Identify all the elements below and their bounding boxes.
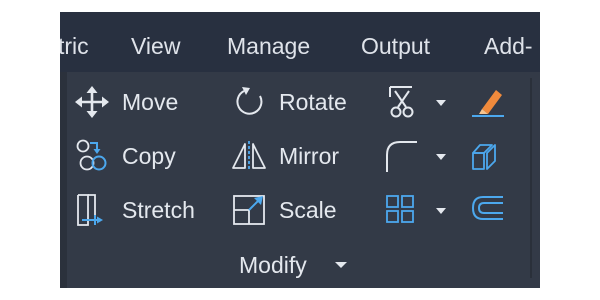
fillet-button[interactable]	[384, 139, 420, 173]
panel-footer: Modify	[60, 244, 540, 284]
tab-add-ins[interactable]: Add-	[484, 33, 533, 59]
move-icon	[75, 86, 109, 118]
trim-dropdown[interactable]	[436, 98, 446, 108]
move-button[interactable]: Move	[74, 85, 194, 119]
fillet-icon	[386, 141, 417, 172]
stretch-icon	[77, 194, 103, 226]
stretch-label: Stretch	[122, 197, 195, 223]
scale-label: Scale	[279, 197, 337, 223]
mirror-button[interactable]: Mirror	[231, 139, 361, 173]
copy-button[interactable]: Copy	[74, 139, 194, 173]
array-dropdown[interactable]	[436, 206, 446, 216]
array-icon	[386, 195, 414, 223]
stretch-button[interactable]: Stretch	[74, 193, 209, 227]
fillet-dropdown[interactable]	[436, 152, 446, 162]
rotate-label: Rotate	[279, 89, 347, 115]
copy-icon	[76, 139, 107, 171]
explode-icon	[472, 144, 496, 170]
modify-panel-title[interactable]: Modify	[239, 252, 307, 278]
autocad-ribbon: tric View Manage Output Add- Move Copy S…	[60, 12, 540, 288]
scale-icon	[233, 195, 265, 225]
array-button[interactable]	[384, 193, 420, 227]
mirror-icon	[232, 141, 266, 171]
tab-view[interactable]: View	[131, 33, 180, 59]
chevron-down-icon	[436, 100, 446, 106]
move-label: Move	[122, 89, 179, 115]
chevron-down-icon	[436, 154, 446, 160]
offset-button[interactable]	[470, 193, 506, 227]
rotate-button[interactable]: Rotate	[231, 85, 361, 119]
copy-label: Copy	[122, 143, 176, 169]
rotate-icon	[236, 87, 263, 115]
ribbon-tab-bar: tric View Manage Output Add-	[60, 12, 540, 72]
scale-button[interactable]: Scale	[231, 193, 351, 227]
chevron-down-icon[interactable]	[335, 260, 347, 270]
erase-button[interactable]	[470, 85, 506, 119]
mirror-label: Mirror	[279, 143, 340, 169]
trim-button[interactable]	[384, 85, 420, 119]
chevron-down-icon	[436, 208, 446, 214]
offset-icon	[471, 196, 503, 220]
trim-icon	[389, 86, 414, 118]
tab-parametric[interactable]: tric	[60, 33, 89, 59]
explode-button[interactable]	[470, 139, 506, 173]
erase-icon	[472, 90, 504, 117]
tab-output[interactable]: Output	[361, 33, 430, 59]
tab-manage[interactable]: Manage	[227, 33, 310, 59]
